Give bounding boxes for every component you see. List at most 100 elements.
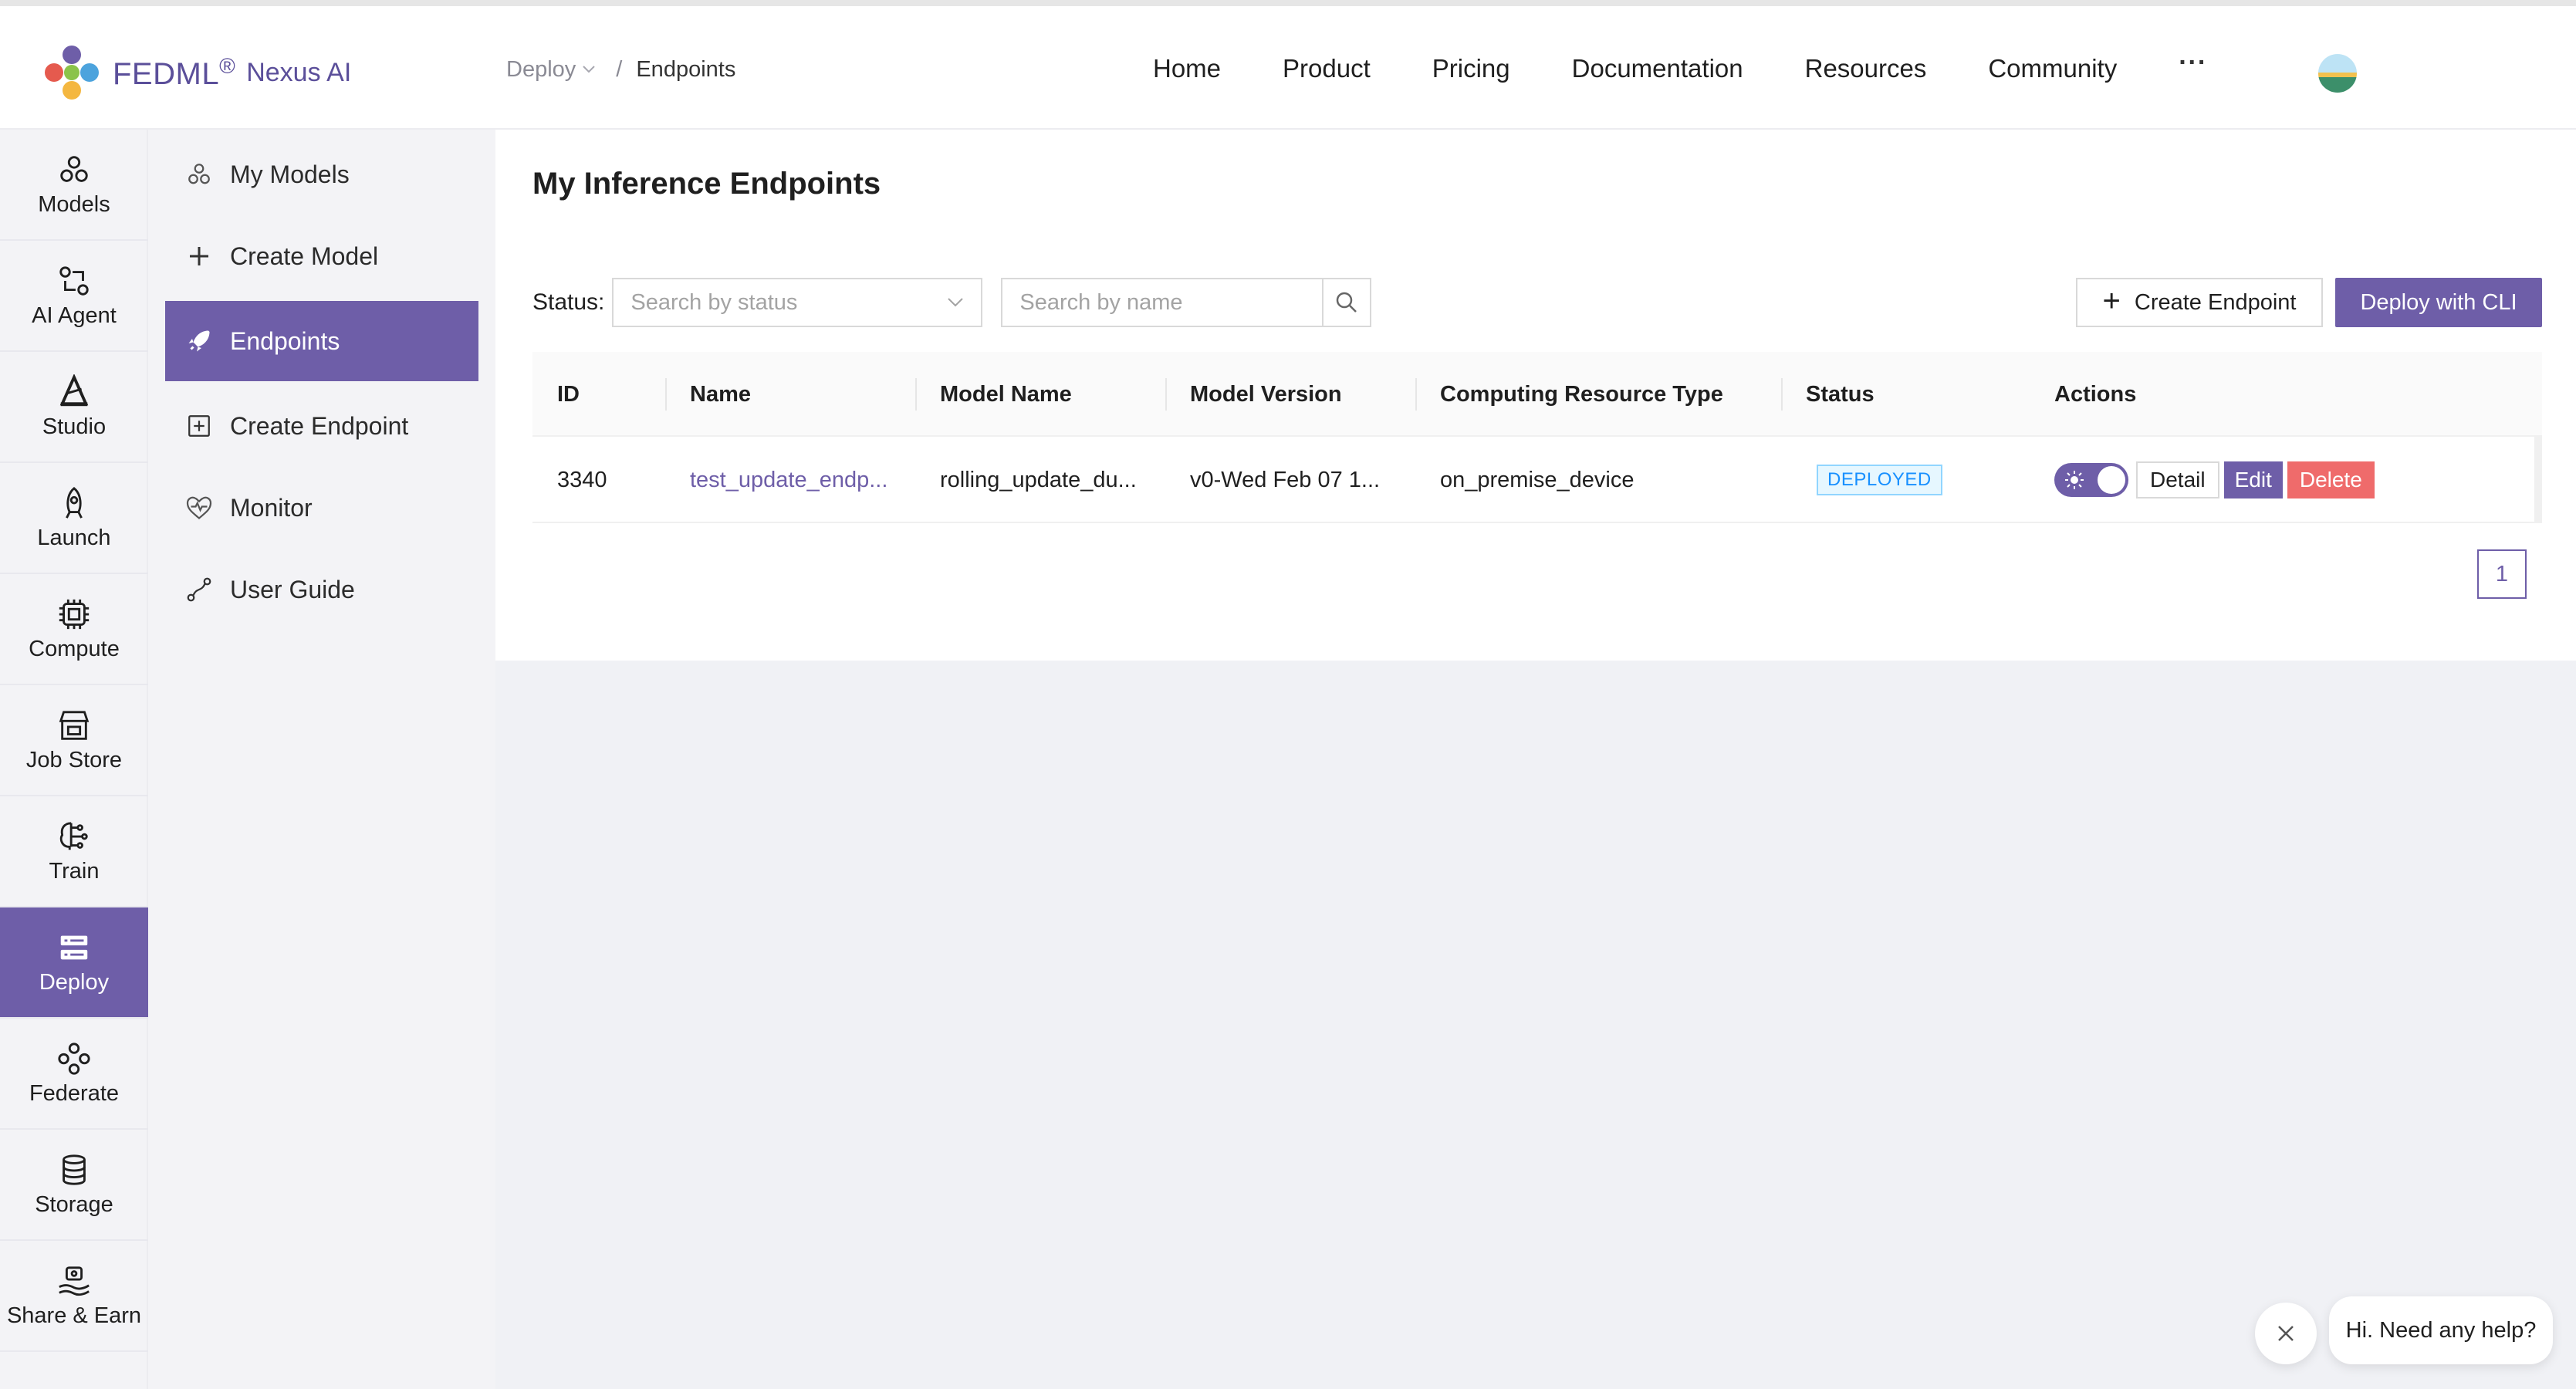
storage-icon bbox=[63, 1154, 86, 1185]
cell-status: DEPLOYED bbox=[1817, 437, 1942, 523]
status-filter-label: Status: bbox=[532, 289, 605, 315]
rail-label: Deploy bbox=[39, 969, 110, 995]
nav-pricing[interactable]: Pricing bbox=[1432, 54, 1510, 83]
icon-rail: Models AI Agent Studio Launch Compute Jo… bbox=[0, 130, 148, 1389]
models-icon bbox=[188, 164, 210, 184]
filter-bar: Status: Search by status Search by name bbox=[532, 278, 1372, 327]
breadcrumb-separator: / bbox=[616, 57, 623, 82]
column-model-version: Model Version bbox=[1190, 381, 1342, 407]
rail-item-models[interactable]: Models bbox=[0, 130, 148, 241]
rail-item-federate[interactable]: Federate bbox=[0, 1019, 148, 1130]
logo-subtitle: Nexus AI bbox=[246, 57, 352, 87]
status-select-placeholder: Search by status bbox=[630, 289, 798, 315]
avatar[interactable] bbox=[2318, 54, 2357, 93]
compute-icon bbox=[59, 599, 90, 629]
plus-square-icon bbox=[188, 415, 210, 437]
rail-item-ai-agent[interactable]: AI Agent bbox=[0, 241, 148, 352]
edit-button[interactable]: Edit bbox=[2223, 461, 2283, 498]
column-status: Status bbox=[1806, 381, 1875, 407]
chevron-down-icon[interactable] bbox=[582, 61, 596, 79]
name-search-input[interactable]: Search by name bbox=[1002, 290, 1322, 316]
nav-community[interactable]: Community bbox=[1988, 54, 2117, 83]
more-menu-icon[interactable]: ··· bbox=[2179, 48, 2207, 78]
logo[interactable]: FEDML® Nexus AI bbox=[45, 42, 351, 103]
plus-icon bbox=[190, 247, 208, 265]
status-badge: DEPLOYED bbox=[1817, 465, 1942, 495]
rail-item-deploy[interactable]: Deploy bbox=[0, 907, 148, 1019]
nav-documentation[interactable]: Documentation bbox=[1572, 54, 1743, 83]
endpoints-table: ID Name Model Name Model Version Computi… bbox=[532, 352, 2542, 523]
launch-icon bbox=[66, 486, 83, 519]
detail-button[interactable]: Detail bbox=[2136, 461, 2219, 498]
rail-item-launch[interactable]: Launch bbox=[0, 463, 148, 574]
monitor-icon bbox=[186, 496, 212, 519]
breadcrumb-endpoints: Endpoints bbox=[636, 57, 736, 82]
cell-actions: Detail Edit Delete bbox=[2054, 437, 2375, 523]
subnav-item-endpoints[interactable]: Endpoints bbox=[165, 301, 478, 381]
subnav-item-monitor[interactable]: Monitor bbox=[165, 468, 478, 548]
subnav-item-create-model[interactable]: Create Model bbox=[165, 216, 478, 296]
help-chat-bubble[interactable]: Hi. Need any help? bbox=[2329, 1296, 2553, 1364]
rocket-icon bbox=[188, 330, 210, 352]
subnav-label: Create Endpoint bbox=[230, 411, 409, 440]
guide-icon bbox=[187, 577, 211, 602]
subnav-item-create-endpoint[interactable]: Create Endpoint bbox=[165, 386, 478, 466]
rail-item-studio[interactable]: Studio bbox=[0, 352, 148, 463]
create-endpoint-button[interactable]: + Create Endpoint bbox=[2076, 278, 2323, 327]
column-id: ID bbox=[557, 381, 580, 407]
column-actions: Actions bbox=[2054, 381, 2137, 407]
rail-label: Launch bbox=[37, 525, 111, 550]
subnav-label: Create Model bbox=[230, 242, 379, 270]
cell-name-link[interactable]: test_update_endp... bbox=[690, 437, 887, 523]
table-row: 3340 test_update_endp... rolling_update_… bbox=[532, 437, 2542, 523]
subnav-label: Endpoints bbox=[230, 326, 340, 355]
rail-label: Compute bbox=[29, 636, 120, 661]
deploy-with-cli-button[interactable]: Deploy with CLI bbox=[2335, 278, 2542, 327]
breadcrumb-deploy[interactable]: Deploy bbox=[506, 57, 576, 83]
pagination-page-1[interactable]: 1 bbox=[2477, 549, 2527, 599]
rail-item-share-earn[interactable]: Share & Earn bbox=[0, 1241, 148, 1352]
train-icon bbox=[59, 821, 88, 850]
rail-label: Job Store bbox=[25, 747, 123, 772]
ai-agent-icon bbox=[59, 265, 89, 296]
close-icon bbox=[2278, 1326, 2294, 1341]
rail-item-job-store[interactable]: Job Store bbox=[0, 685, 148, 796]
top-nav: Home Product Pricing Documentation Resou… bbox=[1153, 48, 2207, 83]
delete-button[interactable]: Delete bbox=[2287, 461, 2375, 498]
main-content: My Inference Endpoints Status: Search by… bbox=[495, 130, 2576, 1389]
nav-resources[interactable]: Resources bbox=[1805, 54, 1927, 83]
rail-label: Models bbox=[38, 191, 110, 217]
nav-product[interactable]: Product bbox=[1283, 54, 1371, 83]
rail-item-train[interactable]: Train bbox=[0, 796, 148, 907]
endpoints-panel: My Inference Endpoints Status: Search by… bbox=[495, 130, 2576, 661]
subnav-item-user-guide[interactable]: User Guide bbox=[165, 549, 478, 630]
models-icon bbox=[60, 155, 88, 182]
subnav-item-my-models[interactable]: My Models bbox=[165, 134, 478, 215]
share-earn-icon bbox=[59, 1266, 90, 1296]
help-close-button[interactable] bbox=[2255, 1303, 2317, 1364]
subnav-label: User Guide bbox=[230, 575, 355, 603]
endpoint-toggle[interactable] bbox=[2054, 463, 2128, 497]
rail-label: Share & Earn bbox=[6, 1303, 142, 1328]
rail-label: Studio bbox=[42, 414, 106, 439]
status-select[interactable]: Search by status bbox=[612, 278, 983, 327]
search-button[interactable] bbox=[1322, 279, 1370, 326]
cell-model-version: v0-Wed Feb 07 1... bbox=[1190, 467, 1381, 492]
deploy-icon bbox=[60, 935, 88, 959]
table-header: ID Name Model Name Model Version Computi… bbox=[532, 352, 2542, 437]
plus-icon: + bbox=[2102, 283, 2121, 318]
breadcrumb: Deploy / Endpoints bbox=[506, 57, 735, 83]
subnav-label: My Models bbox=[230, 160, 350, 188]
toggle-knob bbox=[2098, 466, 2125, 494]
studio-icon bbox=[59, 373, 89, 406]
top-header: FEDML® Nexus AI Deploy / Endpoints Home … bbox=[0, 0, 2576, 130]
logo-mark-icon bbox=[45, 46, 99, 100]
subnav-label: Monitor bbox=[230, 493, 313, 522]
rail-item-compute[interactable]: Compute bbox=[0, 574, 148, 685]
nav-home[interactable]: Home bbox=[1153, 54, 1221, 83]
rail-label: Train bbox=[49, 858, 100, 884]
table-scrollbar[interactable] bbox=[2534, 437, 2542, 523]
rail-item-storage[interactable]: Storage bbox=[0, 1130, 148, 1241]
create-endpoint-label: Create Endpoint bbox=[2134, 289, 2297, 315]
page-title: My Inference Endpoints bbox=[532, 167, 881, 201]
